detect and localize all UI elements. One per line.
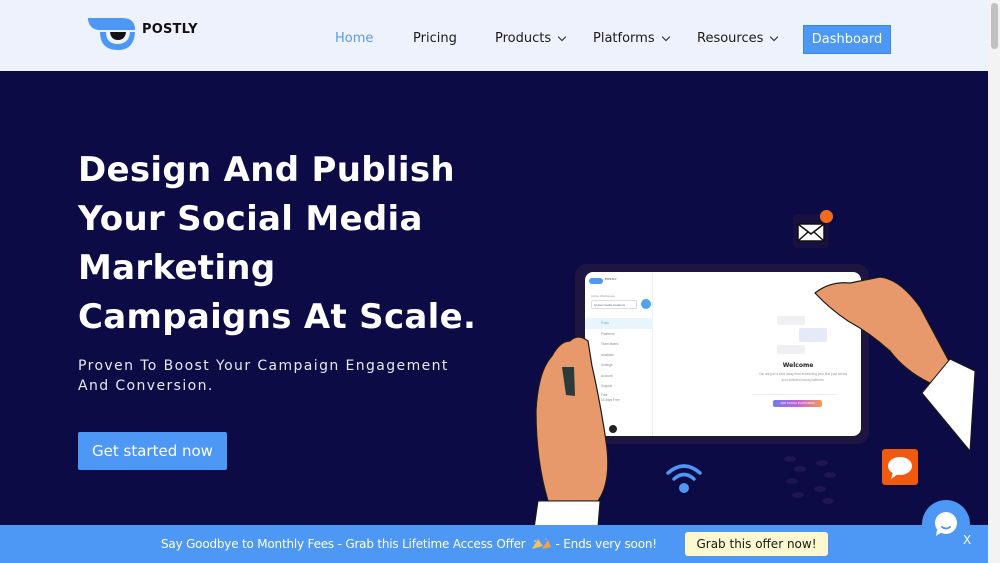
nav-resources[interactable]: Resources [697, 31, 779, 46]
postly-logo-icon [88, 18, 135, 50]
nav-products[interactable]: Products [495, 31, 567, 46]
brand-name: POSTLY [142, 21, 198, 37]
chevron-down-icon [661, 32, 670, 41]
nav-platforms-label: Platforms [593, 31, 655, 46]
right-hand [814, 276, 951, 384]
hero-illustration: POSTLY Active Workspace tyrasonmedia cre… [0, 71, 988, 563]
wifi-icon [666, 464, 702, 493]
nav-home[interactable]: Home [335, 31, 373, 46]
nav-resources-label: Resources [697, 31, 764, 46]
nav-platforms[interactable]: Platforms [593, 31, 670, 46]
hands-illustration [533, 276, 976, 530]
party-popper-icon [529, 537, 553, 551]
chevron-down-icon [770, 32, 779, 41]
scrollbar-thumb[interactable] [991, 3, 998, 49]
site-header: POSTLY Home Pricing Products Platforms R… [0, 0, 988, 71]
speech-bubble-icon [888, 457, 912, 479]
promo-text: Say Goodbye to Monthly Fees - Grab this … [161, 537, 657, 551]
promo-banner: Say Goodbye to Monthly Fees - Grab this … [0, 525, 988, 563]
dashboard-button[interactable]: Dashboard [803, 25, 891, 54]
plant-decoration [784, 456, 836, 504]
page: POSTLY Home Pricing Products Platforms R… [0, 0, 988, 563]
nav-pricing-label: Pricing [413, 31, 457, 46]
page-scrollbar[interactable] [988, 0, 1000, 563]
chat-tile [882, 449, 918, 485]
nav-home-label: Home [335, 31, 374, 46]
chevron-down-icon [557, 32, 567, 41]
nav-pricing[interactable]: Pricing [413, 31, 457, 46]
nav-products-label: Products [495, 31, 552, 46]
promo-text-before: Say Goodbye to Monthly Fees - Grab this … [161, 537, 526, 551]
hero-section: Design And Publish Your Social Media Mar… [0, 71, 988, 563]
close-promo-button[interactable]: X [963, 533, 971, 547]
grab-offer-button[interactable]: Grab this offer now! [685, 532, 828, 556]
promo-text-after: - Ends very soon! [555, 537, 658, 551]
logo[interactable]: POSTLY [86, 16, 198, 54]
left-hand [535, 336, 609, 502]
